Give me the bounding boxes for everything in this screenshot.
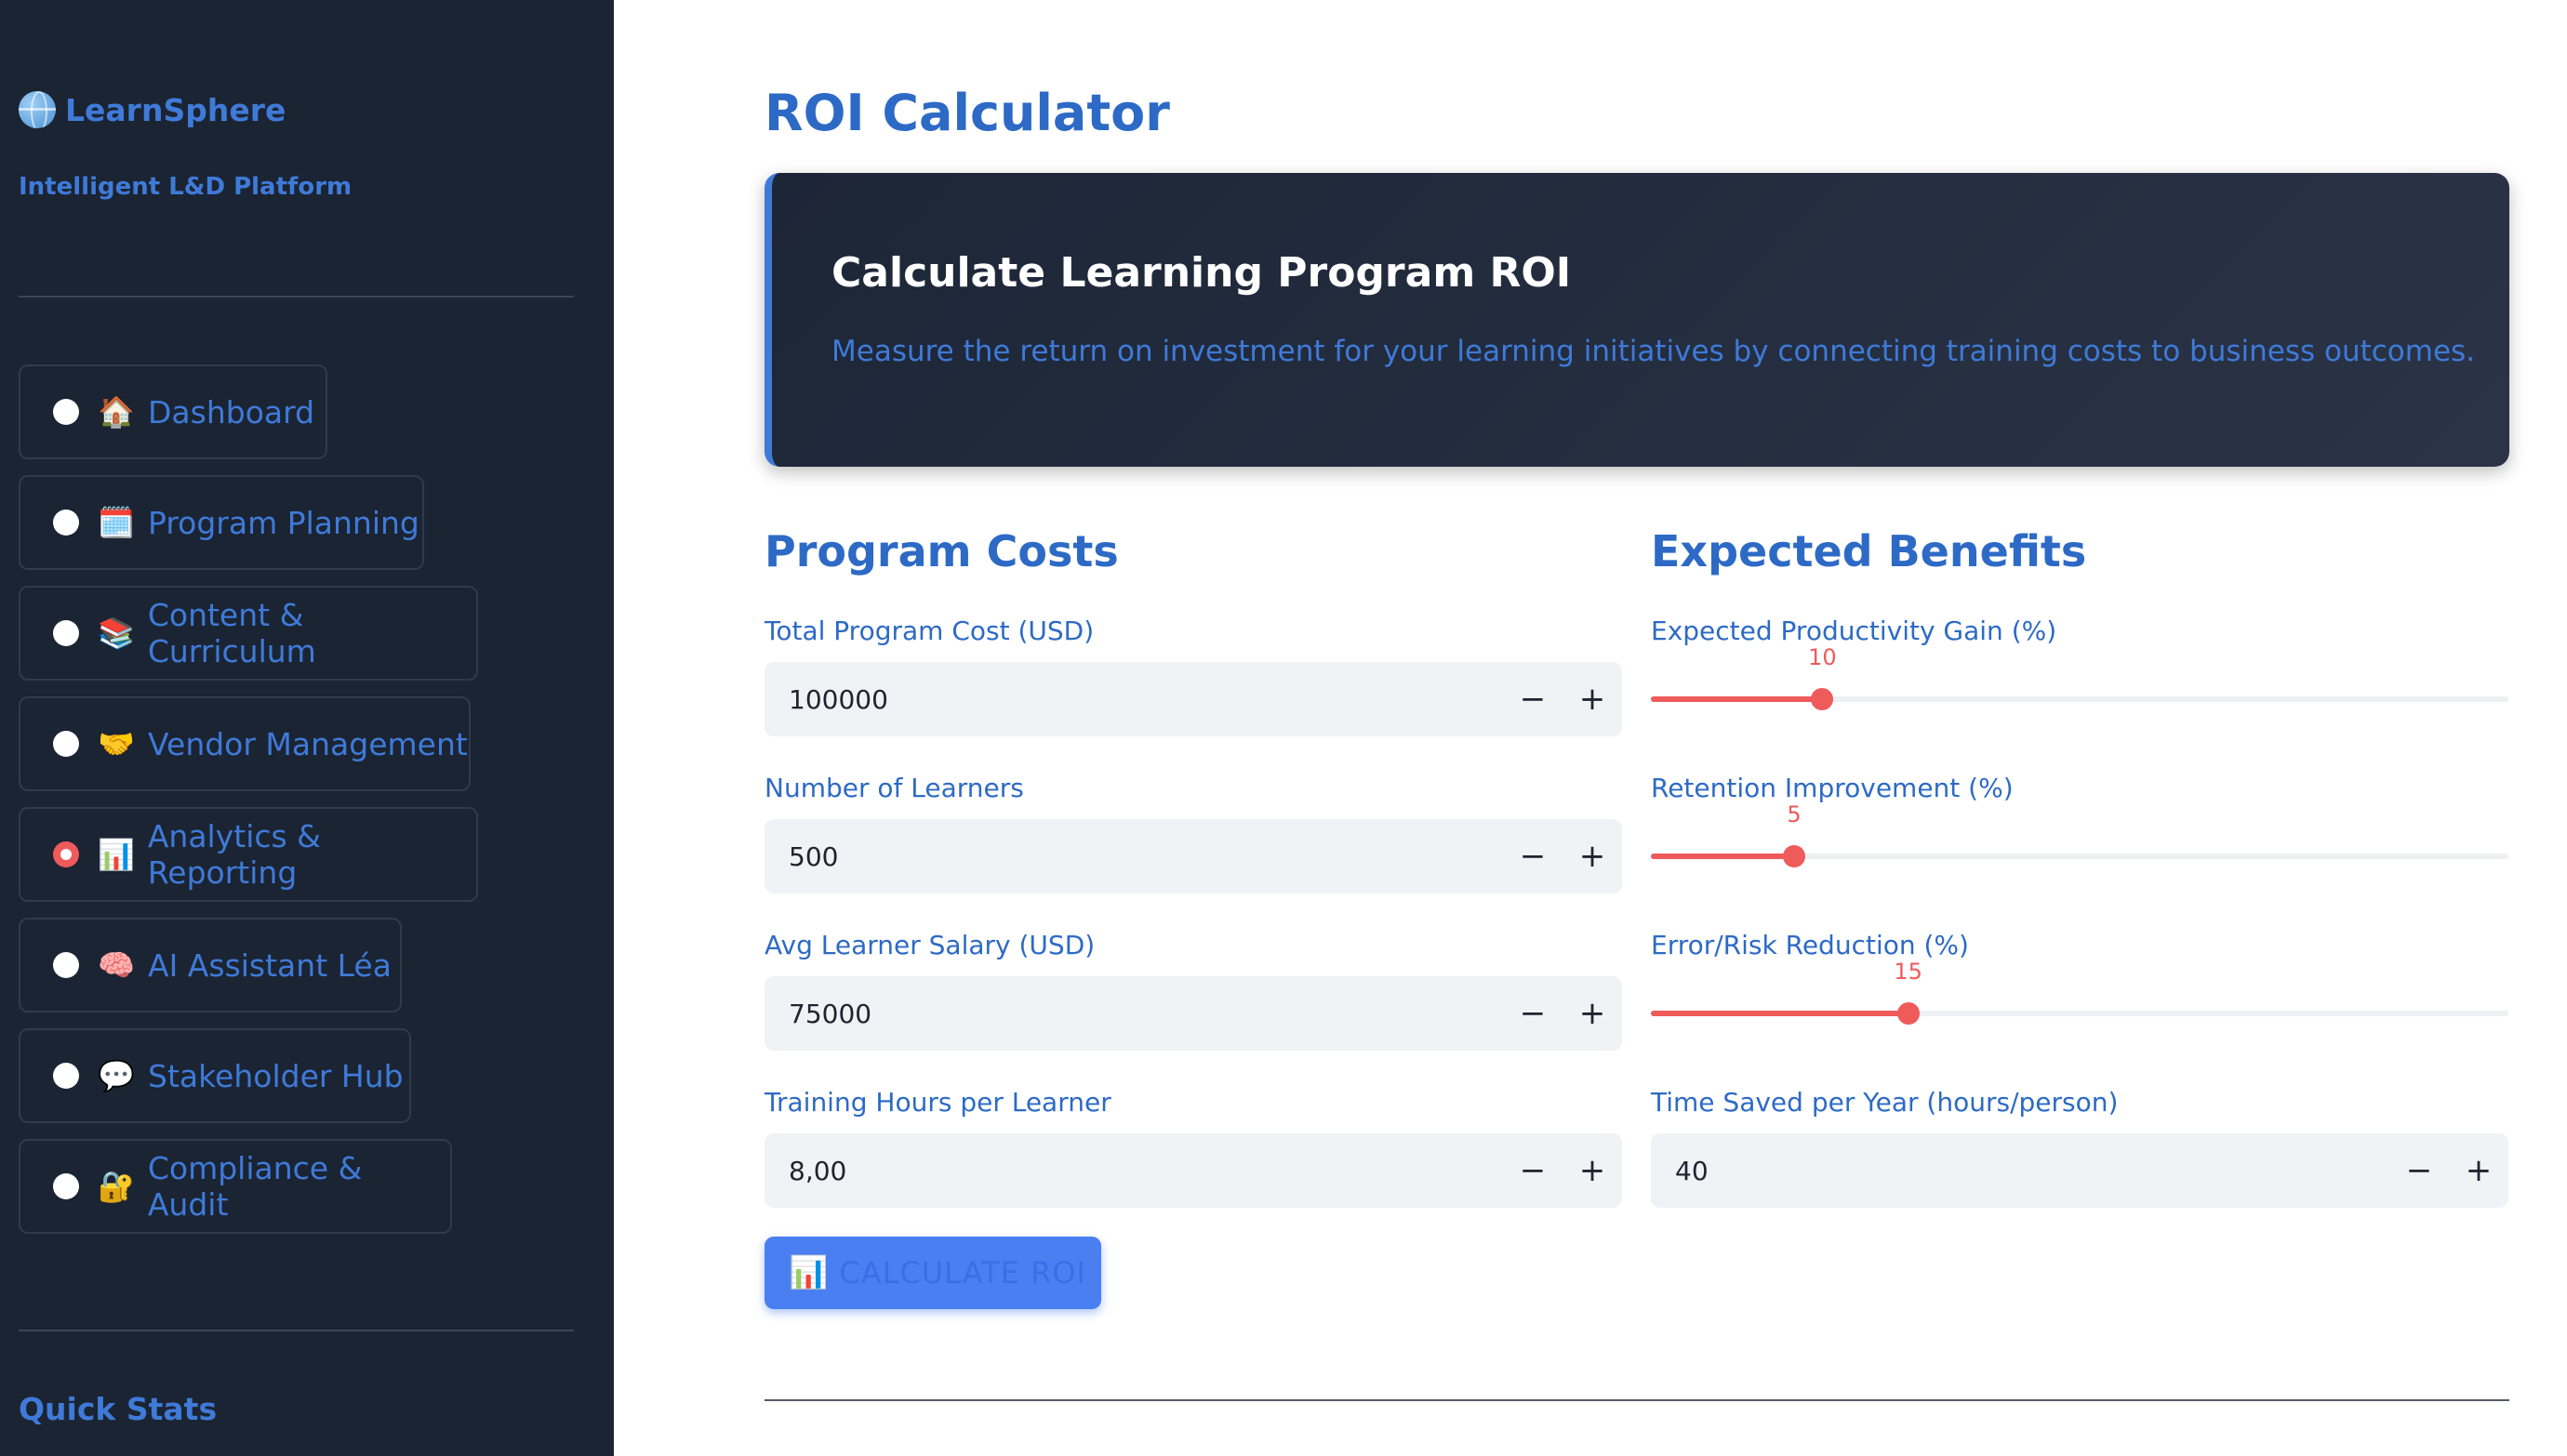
avg-learner-salary-input[interactable]: 75000 − + (765, 976, 1622, 1051)
error-risk-reduction-slider[interactable]: 15 (1651, 959, 2508, 1031)
slider-value: 10 (1808, 644, 1837, 670)
hero-card: Calculate Learning Program ROI Measure t… (765, 173, 2509, 467)
radio-icon[interactable] (53, 952, 79, 978)
training-hours-label: Training Hours per Learner (765, 1087, 1111, 1118)
books-icon: 📚 (98, 615, 135, 651)
sidebar-divider-top (19, 296, 574, 298)
radio-selected-icon[interactable] (53, 841, 79, 867)
avg-learner-salary-label: Avg Learner Salary (USD) (765, 930, 1096, 960)
retention-improvement-label: Retention Improvement (%) (1651, 773, 2014, 803)
lock-key-icon: 🔐 (98, 1169, 135, 1204)
decrement-button[interactable]: − (1503, 819, 1563, 893)
radio-icon[interactable] (53, 1173, 79, 1199)
bar-chart-icon: 📊 (789, 1254, 829, 1291)
increment-button[interactable]: + (2449, 1133, 2508, 1208)
speech-bubble-icon: 💬 (98, 1058, 135, 1093)
decrement-button[interactable]: − (2389, 1133, 2449, 1208)
globe-icon (19, 91, 56, 128)
sidebar-item-label: Dashboard (148, 393, 315, 430)
slider-thumb[interactable] (1896, 1002, 1920, 1025)
program-costs-heading: Program Costs (765, 526, 1119, 576)
input-value[interactable]: 8,00 (765, 1156, 1503, 1186)
sidebar-item-label: AI Assistant Léa (148, 946, 392, 984)
sidebar-item-label: Stakeholder Hub (148, 1057, 404, 1094)
brand-tagline: Intelligent L&D Platform (19, 173, 352, 201)
bar-chart-icon: 📊 (98, 837, 135, 872)
slider-fill (1651, 854, 1794, 859)
sidebar-item-dashboard[interactable]: 🏠 Dashboard (19, 364, 327, 459)
sidebar-item-stakeholder-hub[interactable]: 💬 Stakeholder Hub (19, 1028, 411, 1123)
page-title: ROI Calculator (765, 84, 1170, 142)
slider-fill (1651, 1011, 1909, 1016)
number-of-learners-input[interactable]: 500 − + (765, 819, 1622, 893)
radio-icon[interactable] (53, 620, 79, 646)
time-saved-input[interactable]: 40 − + (1651, 1133, 2508, 1208)
quick-stats-heading: Quick Stats (19, 1391, 218, 1427)
increment-button[interactable]: + (1563, 819, 1622, 893)
sidebar-item-label: Content & Curriculum (147, 597, 316, 669)
calculate-roi-label: CALCULATE ROI (839, 1255, 1086, 1291)
content-divider (765, 1399, 2509, 1401)
sidebar-divider-bottom (19, 1330, 574, 1331)
retention-improvement-slider[interactable]: 5 (1651, 801, 2508, 874)
calendar-icon: 🗓️ (98, 505, 135, 540)
input-value[interactable]: 500 (765, 841, 1503, 872)
radio-icon[interactable] (53, 1063, 79, 1089)
input-value[interactable]: 100000 (765, 684, 1503, 715)
sidebar-item-label: Analytics & Reporting (147, 818, 321, 891)
total-program-cost-label: Total Program Cost (USD) (765, 615, 1095, 646)
calculate-roi-button[interactable]: 📊 CALCULATE ROI (765, 1237, 1101, 1309)
radio-icon[interactable] (53, 731, 79, 757)
sidebar-item-compliance-audit[interactable]: 🔐 Compliance & Audit (19, 1139, 452, 1234)
handshake-icon: 🤝 (98, 726, 135, 761)
productivity-gain-slider[interactable]: 10 (1651, 644, 2508, 717)
brain-icon: 🧠 (98, 947, 135, 983)
sidebar-item-label: Program Planning (148, 504, 419, 541)
sidebar-item-label: Compliance & Audit (147, 1150, 363, 1223)
sidebar-item-program-planning[interactable]: 🗓️ Program Planning (19, 475, 424, 570)
decrement-button[interactable]: − (1503, 1133, 1563, 1208)
sidebar-item-label: Vendor Management (148, 725, 468, 762)
slider-thumb[interactable] (1811, 688, 1834, 710)
slider-thumb[interactable] (1782, 845, 1805, 867)
sidebar-item-ai-assistant[interactable]: 🧠 AI Assistant Léa (19, 918, 402, 1013)
sidebar: LearnSphere Intelligent L&D Platform 🏠 D… (0, 0, 614, 1456)
input-value[interactable]: 40 (1651, 1156, 2389, 1186)
radio-icon[interactable] (53, 510, 79, 536)
expected-benefits-heading: Expected Benefits (1651, 526, 2087, 576)
radio-icon[interactable] (53, 399, 79, 425)
slider-value: 5 (1787, 801, 1802, 827)
hero-title: Calculate Learning Program ROI (831, 249, 1572, 297)
brand[interactable]: LearnSphere (19, 91, 286, 128)
slider-value: 15 (1894, 959, 1922, 985)
sidebar-item-analytics-reporting[interactable]: 📊 Analytics & Reporting (19, 807, 478, 902)
brand-name: LearnSphere (65, 91, 286, 128)
total-program-cost-input[interactable]: 100000 − + (765, 662, 1622, 736)
decrement-button[interactable]: − (1503, 976, 1563, 1051)
input-value[interactable]: 75000 (765, 999, 1503, 1029)
slider-fill (1651, 696, 1823, 702)
sidebar-item-vendor-management[interactable]: 🤝 Vendor Management (19, 696, 471, 791)
decrement-button[interactable]: − (1503, 662, 1563, 736)
increment-button[interactable]: + (1563, 662, 1622, 736)
number-of-learners-label: Number of Learners (765, 773, 1024, 803)
productivity-gain-label: Expected Productivity Gain (%) (1651, 615, 2057, 646)
hero-description: Measure the return on investment for you… (831, 335, 2476, 368)
time-saved-label: Time Saved per Year (hours/person) (1651, 1087, 2119, 1118)
increment-button[interactable]: + (1563, 1133, 1622, 1208)
training-hours-input[interactable]: 8,00 − + (765, 1133, 1622, 1208)
error-risk-reduction-label: Error/Risk Reduction (%) (1651, 930, 1969, 960)
sidebar-item-content-curriculum[interactable]: 📚 Content & Curriculum (19, 586, 478, 681)
increment-button[interactable]: + (1563, 976, 1622, 1051)
house-icon: 🏠 (98, 394, 135, 430)
